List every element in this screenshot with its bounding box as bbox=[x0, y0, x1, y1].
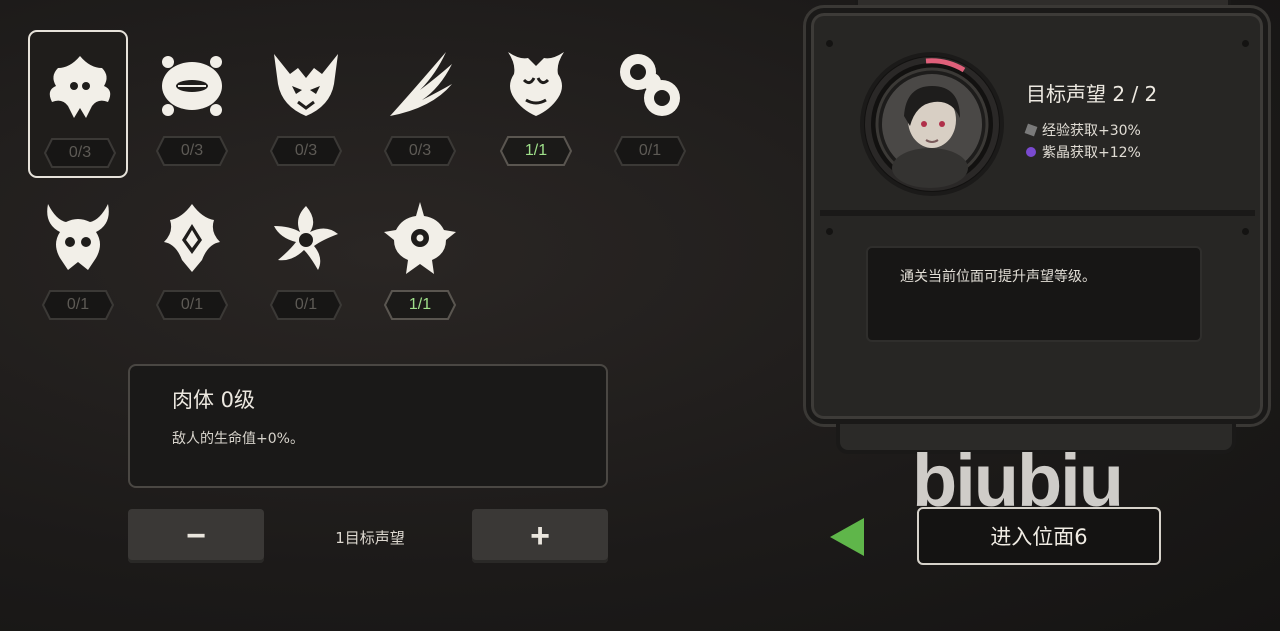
level-badge: 0/3 bbox=[44, 138, 116, 168]
level-text: 0/1 bbox=[294, 296, 318, 313]
modifier-detail-panel: 肉体 0级 敌人的生命值+0%。 bbox=[128, 364, 608, 488]
level-text: 1/1 bbox=[408, 296, 432, 313]
minus-icon: − bbox=[186, 516, 206, 555]
level-badge: 0/1 bbox=[270, 290, 342, 320]
blob-creature-icon bbox=[152, 44, 232, 124]
crystal-bonus: 紫晶获取+12% bbox=[1026, 142, 1141, 162]
level-text: 0/3 bbox=[294, 142, 318, 159]
spiked-eye-icon bbox=[380, 198, 460, 278]
modifier-slot[interactable]: 0/3 bbox=[142, 30, 242, 178]
exp-gem-icon bbox=[1024, 123, 1038, 137]
hint-box: 通关当前位面可提升声望等级。 bbox=[866, 246, 1202, 342]
level-badge: 0/1 bbox=[42, 290, 114, 320]
screw-icon bbox=[826, 40, 833, 47]
modifier-slot[interactable]: 0/1 bbox=[256, 184, 356, 332]
orb-cluster-icon bbox=[610, 44, 690, 124]
level-text: 0/3 bbox=[68, 144, 92, 161]
level-badge: 1/1 bbox=[500, 136, 572, 166]
level-text: 0/3 bbox=[408, 142, 432, 159]
level-text: 1/1 bbox=[524, 142, 548, 159]
enter-plane-label: 进入位面6 bbox=[990, 525, 1088, 549]
crystal-gem-icon bbox=[1026, 147, 1036, 157]
exp-bonus-label: 经验获取+30% bbox=[1042, 123, 1141, 139]
decrease-button[interactable]: − bbox=[128, 509, 264, 563]
screw-icon bbox=[1242, 228, 1249, 235]
modifier-slot[interactable]: 0/3 bbox=[370, 30, 470, 178]
crest-emblem-icon bbox=[152, 198, 232, 278]
crab-beast-icon bbox=[40, 46, 120, 126]
reputation-title: 目标声望 2 / 2 bbox=[1026, 82, 1158, 106]
back-arrow-icon[interactable] bbox=[828, 516, 866, 558]
modifier-slot[interactable]: 0/1 bbox=[600, 30, 700, 178]
spiral-star-icon bbox=[266, 198, 346, 278]
flame-mask-icon bbox=[496, 44, 576, 124]
level-text: 0/1 bbox=[180, 296, 204, 313]
modifier-slot[interactable]: 0/1 bbox=[28, 184, 128, 332]
modifier-slot[interactable]: 1/1 bbox=[370, 184, 470, 332]
modifier-slot[interactable]: 0/3 bbox=[28, 30, 128, 178]
panel-divider bbox=[820, 210, 1255, 216]
modifier-title: 肉体 0级 bbox=[172, 388, 256, 412]
claw-slash-icon bbox=[380, 44, 460, 124]
screw-icon bbox=[826, 228, 833, 235]
level-badge: 0/3 bbox=[384, 136, 456, 166]
level-text: 0/3 bbox=[180, 142, 204, 159]
horned-skull-icon bbox=[38, 198, 118, 278]
level-badge: 0/1 bbox=[156, 290, 228, 320]
level-badge: 0/3 bbox=[270, 136, 342, 166]
modifier-description: 敌人的生命值+0%。 bbox=[172, 431, 304, 447]
modifier-slot[interactable]: 0/3 bbox=[256, 30, 356, 178]
level-text: 0/1 bbox=[638, 142, 662, 159]
crystal-bonus-label: 紫晶获取+12% bbox=[1042, 145, 1141, 161]
character-portrait bbox=[864, 56, 1000, 192]
modifier-slot[interactable]: 1/1 bbox=[486, 30, 586, 178]
horned-demon-icon bbox=[266, 44, 346, 124]
cost-label: 1目标声望 bbox=[335, 529, 405, 547]
modifier-slot[interactable]: 0/1 bbox=[142, 184, 242, 332]
level-badge: 0/3 bbox=[156, 136, 228, 166]
level-badge: 1/1 bbox=[384, 290, 456, 320]
exp-bonus: 经验获取+30% bbox=[1024, 120, 1141, 140]
plus-icon: + bbox=[530, 516, 550, 555]
increase-button[interactable]: + bbox=[472, 509, 608, 563]
watermark-logo: biubiu bbox=[912, 439, 1124, 522]
hint-text: 通关当前位面可提升声望等级。 bbox=[900, 269, 1096, 285]
level-text: 0/1 bbox=[66, 296, 90, 313]
level-badge: 0/1 bbox=[614, 136, 686, 166]
screw-icon bbox=[1242, 40, 1249, 47]
